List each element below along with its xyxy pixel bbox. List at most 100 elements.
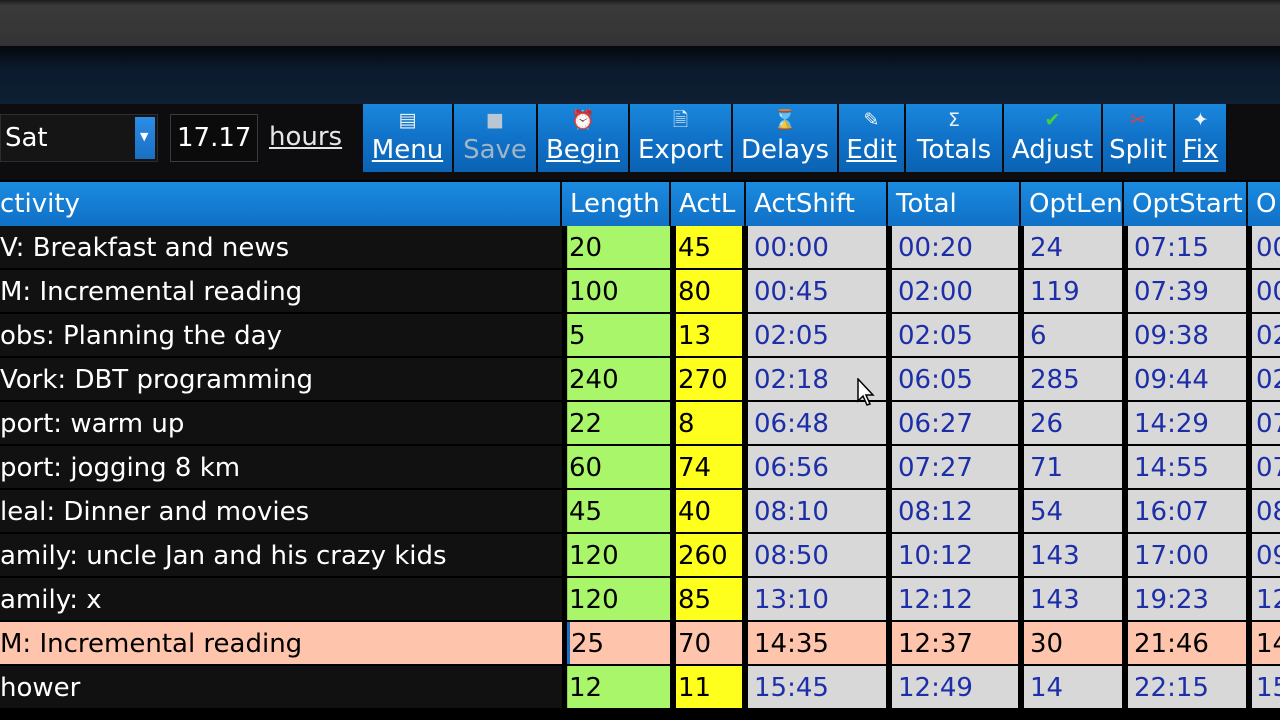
- column-header-actshift[interactable]: ActShift: [746, 182, 888, 226]
- save-button[interactable]: ■ Save: [454, 104, 538, 172]
- total-cell[interactable]: 02:05: [892, 314, 1018, 356]
- extra-cell[interactable]: 07: [1252, 402, 1280, 444]
- export-button[interactable]: 🗎 Export: [630, 104, 733, 172]
- actlen-cell[interactable]: 85: [676, 578, 742, 620]
- table-row[interactable]: V: Breakfast and news 20 45 00:00 00:20 24 07:…: [0, 226, 1280, 270]
- extra-cell[interactable]: 07: [1252, 446, 1280, 488]
- total-cell[interactable]: 12:49: [892, 666, 1018, 708]
- actlen-cell[interactable]: 40: [676, 490, 742, 532]
- table-row[interactable]: port: warm up22806:4806:272614:2907: [0, 402, 1280, 446]
- column-header-activity[interactable]: ctivity: [0, 182, 562, 226]
- actlen-cell[interactable]: 74: [676, 446, 742, 488]
- table-row[interactable]: port: jogging 8 km 60 74 06:56 07:27 71 14:55 0…: [0, 446, 1280, 490]
- extra-cell[interactable]: 14: [1252, 622, 1280, 664]
- optlen-cell[interactable]: 54: [1024, 490, 1122, 532]
- optlen-cell[interactable]: 6: [1024, 314, 1122, 356]
- activity-cell[interactable]: Vork: DBT programming: [0, 358, 562, 400]
- split-button[interactable]: ✂ Split: [1103, 104, 1175, 172]
- delays-button[interactable]: ⌛ Delays: [733, 104, 839, 172]
- optlen-cell[interactable]: 143: [1024, 534, 1122, 576]
- total-cell[interactable]: 00:20: [892, 226, 1018, 268]
- begin-button[interactable]: ⏰ Begin: [538, 104, 630, 172]
- activity-cell[interactable]: leal: Dinner and movies: [0, 490, 562, 532]
- actshift-cell[interactable]: 14:35: [748, 622, 886, 664]
- optlen-cell[interactable]: 71: [1024, 446, 1122, 488]
- actlen-cell[interactable]: 13: [676, 314, 742, 356]
- activity-cell[interactable]: V: Breakfast and news: [0, 226, 562, 268]
- total-cell[interactable]: 10:12: [892, 534, 1018, 576]
- optlen-cell[interactable]: 24: [1024, 226, 1122, 268]
- actshift-cell[interactable]: 13:10: [748, 578, 886, 620]
- total-cell[interactable]: 02:00: [892, 270, 1018, 312]
- optlen-cell[interactable]: 30: [1024, 622, 1122, 664]
- actshift-cell[interactable]: 00:00: [748, 226, 886, 268]
- length-cell[interactable]: 22: [567, 402, 670, 444]
- total-cell[interactable]: 12:12: [892, 578, 1018, 620]
- optstart-cell[interactable]: 14:55: [1128, 446, 1246, 488]
- column-header-length[interactable]: Length: [562, 182, 671, 226]
- optstart-cell[interactable]: 07:15: [1128, 226, 1246, 268]
- table-row[interactable]: M: Incremental reading 100 80 00:45 02:00 119…: [0, 270, 1280, 314]
- day-dropdown-button[interactable]: ▼: [135, 117, 155, 159]
- column-header-optlen[interactable]: OptLen: [1021, 182, 1124, 226]
- actshift-cell[interactable]: 08:10: [748, 490, 886, 532]
- totals-button[interactable]: Σ Totals: [906, 104, 1004, 172]
- extra-cell[interactable]: 08: [1252, 490, 1280, 532]
- activity-cell[interactable]: obs: Planning the day: [0, 314, 562, 356]
- total-cell[interactable]: 08:12: [892, 490, 1018, 532]
- length-cell[interactable]: 45: [567, 490, 670, 532]
- optstart-cell[interactable]: 16:07: [1128, 490, 1246, 532]
- table-row[interactable]: amily: x1208513:1012:1214319:2312: [0, 578, 1280, 622]
- actshift-cell[interactable]: 06:56: [748, 446, 886, 488]
- actlen-cell[interactable]: 80: [676, 270, 742, 312]
- actlen-cell[interactable]: 260: [676, 534, 742, 576]
- actlen-cell[interactable]: 70: [676, 622, 742, 664]
- activity-cell[interactable]: port: warm up: [0, 402, 562, 444]
- actshift-cell[interactable]: 08:50: [748, 534, 886, 576]
- actlen-cell[interactable]: 8: [676, 402, 742, 444]
- actshift-cell[interactable]: 00:45: [748, 270, 886, 312]
- length-cell[interactable]: 100: [567, 270, 670, 312]
- optstart-cell[interactable]: 09:38: [1128, 314, 1246, 356]
- length-cell[interactable]: 120: [567, 534, 670, 576]
- column-header-total[interactable]: Total: [888, 182, 1021, 226]
- table-row[interactable]: Vork: DBT programming 240 270 02:18 06:05 285…: [0, 358, 1280, 402]
- activity-cell[interactable]: amily: uncle Jan and his crazy kids: [0, 534, 562, 576]
- column-header-extra[interactable]: O: [1248, 182, 1280, 226]
- adjust-button[interactable]: ✔ Adjust: [1004, 104, 1103, 172]
- table-row[interactable]: amily: uncle Jan and his crazy kids 120 26…: [0, 534, 1280, 578]
- extra-cell[interactable]: 02: [1252, 358, 1280, 400]
- actshift-cell[interactable]: 06:48: [748, 402, 886, 444]
- optstart-cell[interactable]: 09:44: [1128, 358, 1246, 400]
- column-header-actlen[interactable]: ActL: [671, 182, 746, 226]
- actshift-cell[interactable]: 02:05: [748, 314, 886, 356]
- activity-cell[interactable]: amily: x: [0, 578, 562, 620]
- activity-cell[interactable]: M: Incremental reading: [0, 622, 562, 664]
- activity-cell[interactable]: hower: [0, 666, 562, 708]
- table-row[interactable]: M: Incremental reading 25 70 14:35 12:37 30 21…: [0, 622, 1280, 666]
- optstart-cell[interactable]: 07:39: [1128, 270, 1246, 312]
- actlen-cell[interactable]: 270: [676, 358, 742, 400]
- extra-cell[interactable]: 00: [1252, 226, 1280, 268]
- length-cell[interactable]: 25: [567, 622, 670, 664]
- actlen-cell[interactable]: 45: [676, 226, 742, 268]
- length-cell[interactable]: 60: [567, 446, 670, 488]
- total-cell[interactable]: 06:27: [892, 402, 1018, 444]
- length-cell[interactable]: 240: [567, 358, 670, 400]
- extra-cell[interactable]: 12: [1252, 578, 1280, 620]
- optlen-cell[interactable]: 119: [1024, 270, 1122, 312]
- optstart-cell[interactable]: 14:29: [1128, 402, 1246, 444]
- edit-button[interactable]: ✎ Edit: [839, 104, 906, 172]
- optlen-cell[interactable]: 14: [1024, 666, 1122, 708]
- actlen-cell[interactable]: 11: [676, 666, 742, 708]
- table-row[interactable]: hower121115:4512:491422:1515: [0, 666, 1280, 710]
- optlen-cell[interactable]: 285: [1024, 358, 1122, 400]
- actshift-cell[interactable]: 15:45: [748, 666, 886, 708]
- length-cell[interactable]: 12: [567, 666, 670, 708]
- extra-cell[interactable]: 09: [1252, 534, 1280, 576]
- extra-cell[interactable]: 00: [1252, 270, 1280, 312]
- table-row[interactable]: obs: Planning the day 5 13 02:05 02:05 6 09:38…: [0, 314, 1280, 358]
- optstart-cell[interactable]: 21:46: [1128, 622, 1246, 664]
- optlen-cell[interactable]: 143: [1024, 578, 1122, 620]
- length-cell[interactable]: 120: [567, 578, 670, 620]
